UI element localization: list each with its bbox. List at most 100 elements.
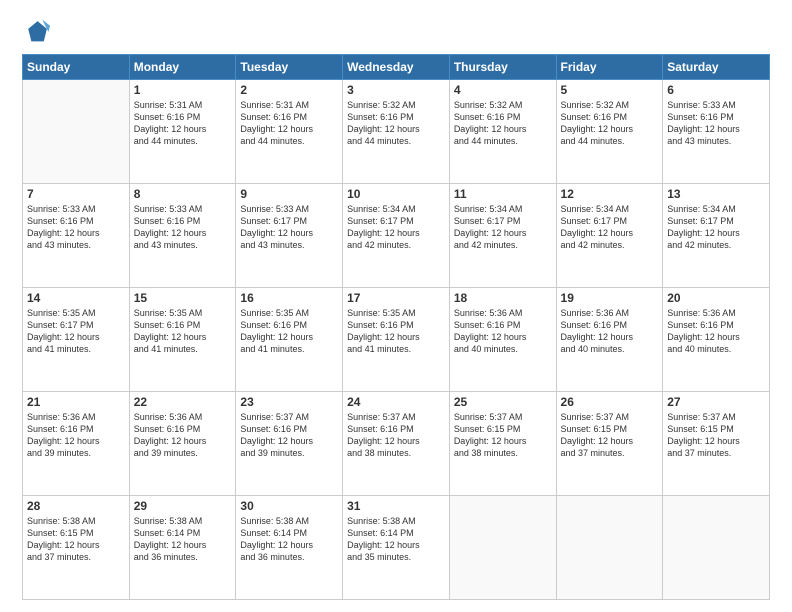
day-cell: 9 Sunrise: 5:33 AM Sunset: 6:17 PM Daylig… — [236, 184, 343, 288]
day-cell: 17 Sunrise: 5:35 AM Sunset: 6:16 PM Dayli… — [343, 288, 450, 392]
day-cell: 21 Sunrise: 5:36 AM Sunset: 6:16 PM Dayli… — [23, 392, 130, 496]
day-cell: 10 Sunrise: 5:34 AM Sunset: 6:17 PM Dayli… — [343, 184, 450, 288]
day-number: 21 — [27, 395, 125, 409]
day-cell: 27 Sunrise: 5:37 AM Sunset: 6:15 PM Dayli… — [663, 392, 770, 496]
week-row-3: 14 Sunrise: 5:35 AM Sunset: 6:17 PM Dayli… — [23, 288, 770, 392]
day-info: Sunrise: 5:34 AM Sunset: 6:17 PM Dayligh… — [347, 203, 445, 252]
week-row-2: 7 Sunrise: 5:33 AM Sunset: 6:16 PM Daylig… — [23, 184, 770, 288]
day-info: Sunrise: 5:37 AM Sunset: 6:15 PM Dayligh… — [454, 411, 552, 460]
day-number: 10 — [347, 187, 445, 201]
day-cell: 1 Sunrise: 5:31 AM Sunset: 6:16 PM Daylig… — [129, 80, 236, 184]
day-number: 4 — [454, 83, 552, 97]
day-number: 3 — [347, 83, 445, 97]
day-info: Sunrise: 5:34 AM Sunset: 6:17 PM Dayligh… — [561, 203, 659, 252]
day-info: Sunrise: 5:33 AM Sunset: 6:16 PM Dayligh… — [134, 203, 232, 252]
day-info: Sunrise: 5:37 AM Sunset: 6:15 PM Dayligh… — [561, 411, 659, 460]
day-cell: 20 Sunrise: 5:36 AM Sunset: 6:16 PM Dayli… — [663, 288, 770, 392]
day-info: Sunrise: 5:35 AM Sunset: 6:16 PM Dayligh… — [347, 307, 445, 356]
day-cell: 5Sunrise: 5:32 AM Sunset: 6:16 PM Daylig… — [556, 80, 663, 184]
day-cell: 18 Sunrise: 5:36 AM Sunset: 6:16 PM Dayli… — [449, 288, 556, 392]
day-info: Sunrise: 5:37 AM Sunset: 6:15 PM Dayligh… — [667, 411, 765, 460]
day-info: Sunrise: 5:38 AM Sunset: 6:14 PM Dayligh… — [240, 515, 338, 564]
day-info: Sunrise: 5:37 AM Sunset: 6:16 PM Dayligh… — [347, 411, 445, 460]
day-info: Sunrise: 5:31 AM Sunset: 6:16 PM Dayligh… — [240, 99, 338, 148]
day-header-thursday: Thursday — [449, 55, 556, 80]
day-cell: 22 Sunrise: 5:36 AM Sunset: 6:16 PM Dayli… — [129, 392, 236, 496]
day-header-friday: Friday — [556, 55, 663, 80]
day-number: 17 — [347, 291, 445, 305]
day-cell: 28 Sunrise: 5:38 AM Sunset: 6:15 PM Dayli… — [23, 496, 130, 600]
day-info: Sunrise: 5:35 AM Sunset: 6:16 PM Dayligh… — [134, 307, 232, 356]
day-info: Sunrise: 5:32 AM Sunset: 6:16 PM Dayligh… — [347, 99, 445, 148]
day-cell: 26Sunrise: 5:37 AM Sunset: 6:15 PM Dayli… — [556, 392, 663, 496]
day-number: 1 — [134, 83, 232, 97]
day-number: 2 — [240, 83, 338, 97]
day-info: Sunrise: 5:38 AM Sunset: 6:14 PM Dayligh… — [134, 515, 232, 564]
day-number: 30 — [240, 499, 338, 513]
day-info: Sunrise: 5:38 AM Sunset: 6:15 PM Dayligh… — [27, 515, 125, 564]
day-cell: 30 Sunrise: 5:38 AM Sunset: 6:14 PM Dayli… — [236, 496, 343, 600]
day-cell: 14 Sunrise: 5:35 AM Sunset: 6:17 PM Dayli… — [23, 288, 130, 392]
day-info: Sunrise: 5:32 AM Sunset: 6:16 PM Dayligh… — [454, 99, 552, 148]
day-number: 7 — [27, 187, 125, 201]
week-row-4: 21 Sunrise: 5:36 AM Sunset: 6:16 PM Dayli… — [23, 392, 770, 496]
day-number: 23 — [240, 395, 338, 409]
day-number: 13 — [667, 187, 765, 201]
day-cell: 13 Sunrise: 5:34 AM Sunset: 6:17 PM Dayli… — [663, 184, 770, 288]
page: SundayMondayTuesdayWednesdayThursdayFrid… — [0, 0, 792, 612]
day-number: 22 — [134, 395, 232, 409]
day-number: 18 — [454, 291, 552, 305]
day-cell: 25Sunrise: 5:37 AM Sunset: 6:15 PM Dayli… — [449, 392, 556, 496]
day-cell: 29 Sunrise: 5:38 AM Sunset: 6:14 PM Dayli… — [129, 496, 236, 600]
day-number: 8 — [134, 187, 232, 201]
day-cell: 12 Sunrise: 5:34 AM Sunset: 6:17 PM Dayli… — [556, 184, 663, 288]
day-header-saturday: Saturday — [663, 55, 770, 80]
logo-icon — [22, 18, 50, 46]
day-number: 27 — [667, 395, 765, 409]
day-number: 19 — [561, 291, 659, 305]
day-cell: 15 Sunrise: 5:35 AM Sunset: 6:16 PM Dayli… — [129, 288, 236, 392]
day-cell: 7 Sunrise: 5:33 AM Sunset: 6:16 PM Daylig… — [23, 184, 130, 288]
day-cell — [23, 80, 130, 184]
day-number: 14 — [27, 291, 125, 305]
day-info: Sunrise: 5:33 AM Sunset: 6:16 PM Dayligh… — [27, 203, 125, 252]
day-info: Sunrise: 5:36 AM Sunset: 6:16 PM Dayligh… — [27, 411, 125, 460]
day-number: 20 — [667, 291, 765, 305]
day-info: Sunrise: 5:35 AM Sunset: 6:17 PM Dayligh… — [27, 307, 125, 356]
week-row-5: 28 Sunrise: 5:38 AM Sunset: 6:15 PM Dayli… — [23, 496, 770, 600]
day-info: Sunrise: 5:36 AM Sunset: 6:16 PM Dayligh… — [667, 307, 765, 356]
day-info: Sunrise: 5:36 AM Sunset: 6:16 PM Dayligh… — [134, 411, 232, 460]
day-cell — [556, 496, 663, 600]
day-cell: 31 Sunrise: 5:38 AM Sunset: 6:14 PM Dayli… — [343, 496, 450, 600]
day-info: Sunrise: 5:35 AM Sunset: 6:16 PM Dayligh… — [240, 307, 338, 356]
header-row: SundayMondayTuesdayWednesdayThursdayFrid… — [23, 55, 770, 80]
day-info: Sunrise: 5:34 AM Sunset: 6:17 PM Dayligh… — [667, 203, 765, 252]
day-number: 31 — [347, 499, 445, 513]
day-info: Sunrise: 5:38 AM Sunset: 6:14 PM Dayligh… — [347, 515, 445, 564]
day-number: 28 — [27, 499, 125, 513]
day-header-sunday: Sunday — [23, 55, 130, 80]
day-header-tuesday: Tuesday — [236, 55, 343, 80]
day-info: Sunrise: 5:36 AM Sunset: 6:16 PM Dayligh… — [454, 307, 552, 356]
day-cell: 2 Sunrise: 5:31 AM Sunset: 6:16 PM Daylig… — [236, 80, 343, 184]
day-cell — [663, 496, 770, 600]
day-number: 12 — [561, 187, 659, 201]
day-cell: 4 Sunrise: 5:32 AM Sunset: 6:16 PM Daylig… — [449, 80, 556, 184]
day-info: Sunrise: 5:31 AM Sunset: 6:16 PM Dayligh… — [134, 99, 232, 148]
day-info: Sunrise: 5:33 AM Sunset: 6:17 PM Dayligh… — [240, 203, 338, 252]
day-cell: 6Sunrise: 5:33 AM Sunset: 6:16 PM Daylig… — [663, 80, 770, 184]
week-row-1: 1 Sunrise: 5:31 AM Sunset: 6:16 PM Daylig… — [23, 80, 770, 184]
day-cell: 3 Sunrise: 5:32 AM Sunset: 6:16 PM Daylig… — [343, 80, 450, 184]
day-number: 15 — [134, 291, 232, 305]
day-header-wednesday: Wednesday — [343, 55, 450, 80]
day-cell: 23Sunrise: 5:37 AM Sunset: 6:16 PM Dayli… — [236, 392, 343, 496]
day-cell: 24Sunrise: 5:37 AM Sunset: 6:16 PM Dayli… — [343, 392, 450, 496]
day-number: 6 — [667, 83, 765, 97]
day-number: 29 — [134, 499, 232, 513]
day-header-monday: Monday — [129, 55, 236, 80]
day-cell: 16Sunrise: 5:35 AM Sunset: 6:16 PM Dayli… — [236, 288, 343, 392]
day-number: 9 — [240, 187, 338, 201]
day-cell: 8 Sunrise: 5:33 AM Sunset: 6:16 PM Daylig… — [129, 184, 236, 288]
day-number: 5 — [561, 83, 659, 97]
calendar-table: SundayMondayTuesdayWednesdayThursdayFrid… — [22, 54, 770, 600]
